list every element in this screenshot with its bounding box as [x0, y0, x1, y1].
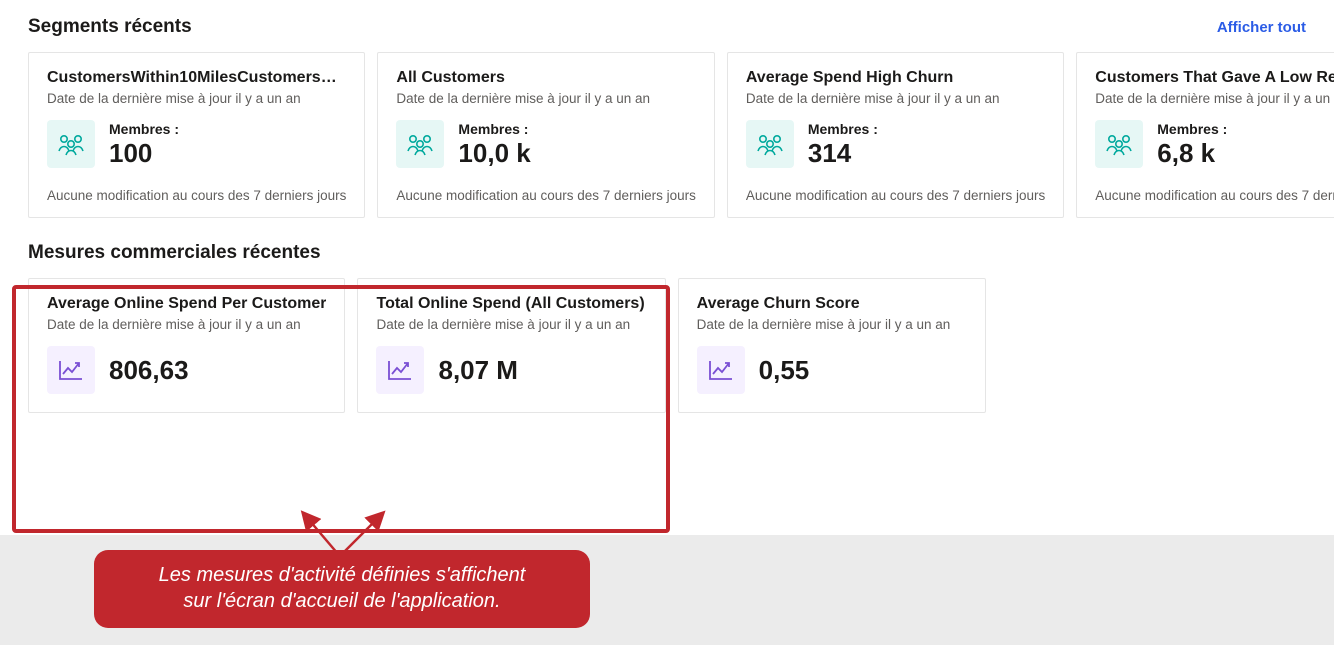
measure-metric-text: 8,07 M — [438, 356, 518, 385]
members-label: Membres : — [808, 121, 878, 137]
segment-metric-text: Membres : 6,8 k — [1157, 121, 1227, 168]
people-icon — [1095, 120, 1143, 168]
measure-card-title: Total Online Spend (All Customers) — [376, 295, 646, 313]
members-label: Membres : — [1157, 121, 1227, 137]
measure-metric: 8,07 M — [376, 346, 646, 394]
members-label: Membres : — [109, 121, 179, 137]
measure-card-date: Date de la dernière mise à jour il y a u… — [376, 317, 646, 332]
measure-card-date: Date de la dernière mise à jour il y a u… — [47, 317, 326, 332]
people-icon — [746, 120, 794, 168]
segments-row: CustomersWithin10MilesCustomers… Date de… — [28, 52, 1306, 218]
measure-metric: 0,55 — [697, 346, 967, 394]
measure-card-title: Average Online Spend Per Customer — [47, 295, 326, 313]
measure-metric: 806,63 — [47, 346, 326, 394]
members-value: 100 — [109, 139, 179, 168]
measure-metric-text: 0,55 — [759, 356, 810, 385]
segments-title: Segments récents — [28, 16, 192, 38]
segment-card-title: Average Spend High Churn — [746, 69, 1045, 87]
measure-value: 8,07 M — [438, 356, 518, 385]
measure-card[interactable]: Average Online Spend Per Customer Date d… — [28, 278, 345, 413]
segment-card-title: Customers That Gave A Low Review … — [1095, 69, 1334, 87]
measure-card-date: Date de la dernière mise à jour il y a u… — [697, 317, 967, 332]
segment-change-text: Aucune modification au cours des 7 derni… — [396, 188, 695, 203]
segment-change-text: Aucune modification au cours des 7 derni… — [1095, 188, 1334, 203]
chart-icon — [697, 346, 745, 394]
measure-value: 0,55 — [759, 356, 810, 385]
segment-metric: Membres : 314 — [746, 120, 1045, 168]
callout-line1: Les mesures d'activité définies s'affich… — [159, 564, 526, 586]
people-icon — [47, 120, 95, 168]
chart-icon — [47, 346, 95, 394]
measures-title: Mesures commerciales récentes — [28, 242, 1306, 264]
view-all-link[interactable]: Afficher tout — [1217, 19, 1306, 36]
chart-icon — [376, 346, 424, 394]
segment-card-title: CustomersWithin10MilesCustomers… — [47, 69, 346, 87]
segment-metric-text: Membres : 314 — [808, 121, 878, 168]
segment-card[interactable]: All Customers Date de la dernière mise à… — [377, 52, 714, 218]
measure-metric-text: 806,63 — [109, 356, 189, 385]
segment-card-date: Date de la dernière mise à jour il y a u… — [396, 91, 695, 106]
empty-cell — [998, 278, 1306, 413]
members-value: 314 — [808, 139, 878, 168]
segment-card[interactable]: Average Spend High Churn Date de la dern… — [727, 52, 1064, 218]
segments-header: Segments récents Afficher tout — [28, 16, 1306, 38]
segment-card-date: Date de la dernière mise à jour il y a u… — [746, 91, 1045, 106]
segment-card[interactable]: Customers That Gave A Low Review … Date … — [1076, 52, 1334, 218]
annotation-callout: Les mesures d'activité définies s'affich… — [94, 550, 590, 628]
segment-card-title: All Customers — [396, 69, 695, 87]
members-value: 10,0 k — [458, 139, 530, 168]
segment-card[interactable]: CustomersWithin10MilesCustomers… Date de… — [28, 52, 365, 218]
members-value: 6,8 k — [1157, 139, 1227, 168]
segment-metric: Membres : 6,8 k — [1095, 120, 1334, 168]
main-container: Segments récents Afficher tout Customers… — [0, 0, 1334, 413]
segment-metric-text: Membres : 10,0 k — [458, 121, 530, 168]
measure-card[interactable]: Average Churn Score Date de la dernière … — [678, 278, 986, 413]
measures-section: Mesures commerciales récentes Average On… — [28, 242, 1306, 413]
measure-card-title: Average Churn Score — [697, 295, 967, 313]
measure-card[interactable]: Total Online Spend (All Customers) Date … — [357, 278, 665, 413]
callout-line2: sur l'écran d'accueil de l'application. — [183, 590, 500, 612]
segment-metric: Membres : 10,0 k — [396, 120, 695, 168]
segment-change-text: Aucune modification au cours des 7 derni… — [47, 188, 346, 203]
members-label: Membres : — [458, 121, 530, 137]
segment-metric: Membres : 100 — [47, 120, 346, 168]
segment-card-date: Date de la dernière mise à jour il y a u… — [47, 91, 346, 106]
segment-metric-text: Membres : 100 — [109, 121, 179, 168]
measures-row: Average Online Spend Per Customer Date d… — [28, 278, 1306, 413]
segment-card-date: Date de la dernière mise à jour il y a u… — [1095, 91, 1334, 106]
measure-value: 806,63 — [109, 356, 189, 385]
people-icon — [396, 120, 444, 168]
segment-change-text: Aucune modification au cours des 7 derni… — [746, 188, 1045, 203]
